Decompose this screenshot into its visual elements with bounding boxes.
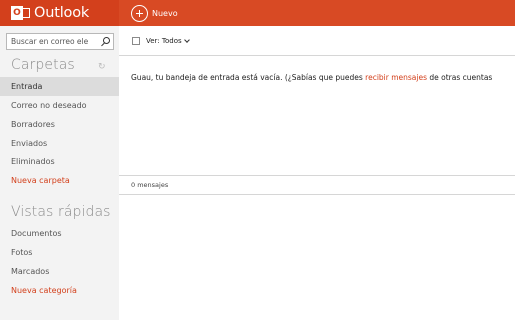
message-count: 0 mensajes (131, 181, 169, 189)
new-folder-link[interactable]: Nueva carpeta (0, 171, 119, 190)
empty-inbox-message: Guau, tu bandeja de entrada está vacía. … (131, 73, 492, 82)
sidebar-item-flagged[interactable]: Marcados (0, 262, 119, 281)
plus-circle-icon (131, 4, 148, 22)
top-bar: O Outlook Nuevo (0, 0, 515, 26)
select-all-checkbox[interactable] (132, 36, 140, 45)
sidebar-item-documents[interactable]: Documentos (0, 224, 119, 243)
list-toolbar: Ver: Todos (119, 26, 515, 56)
quick-views-heading: Vistas rápidas (11, 204, 111, 220)
new-message-label: Nuevo (152, 8, 178, 18)
search-input[interactable]: Buscar en correo ele (11, 37, 99, 46)
folders-heading: Carpetas (11, 57, 75, 73)
search-box[interactable]: Buscar en correo ele (6, 33, 114, 50)
outlook-logo-icon: O (11, 5, 30, 21)
empty-message-text: Guau, tu bandeja de entrada está vacía. … (131, 73, 366, 82)
sidebar-item-photos[interactable]: Fotos (0, 243, 119, 262)
message-count-bar: 0 mensajes (119, 175, 515, 195)
empty-message-text-end: de otras cuentas (427, 73, 493, 82)
outlook-brand[interactable]: O Outlook (0, 0, 119, 26)
envelope-icon (21, 8, 30, 18)
sidebar-item-drafts[interactable]: Borradores (0, 115, 119, 134)
sidebar-item-sent[interactable]: Enviados (0, 134, 119, 153)
new-category-link[interactable]: Nueva categoría (0, 281, 119, 300)
receive-messages-link[interactable]: recibir mensajes (365, 73, 427, 82)
chevron-down-icon[interactable] (183, 36, 190, 43)
sidebar-item-junk[interactable]: Correo no deseado (0, 96, 119, 115)
view-filter-dropdown[interactable]: Ver: Todos (146, 37, 182, 45)
search-icon[interactable] (100, 36, 110, 47)
new-message-button[interactable]: Nuevo (131, 4, 178, 22)
sidebar-item-deleted[interactable]: Eliminados (0, 152, 119, 171)
sidebar: Buscar en correo ele Carpetas ↻ Entrada … (0, 26, 119, 320)
app-name: Outlook (34, 5, 90, 21)
sidebar-item-inbox[interactable]: Entrada (0, 77, 119, 96)
refresh-icon[interactable]: ↻ (98, 62, 106, 72)
